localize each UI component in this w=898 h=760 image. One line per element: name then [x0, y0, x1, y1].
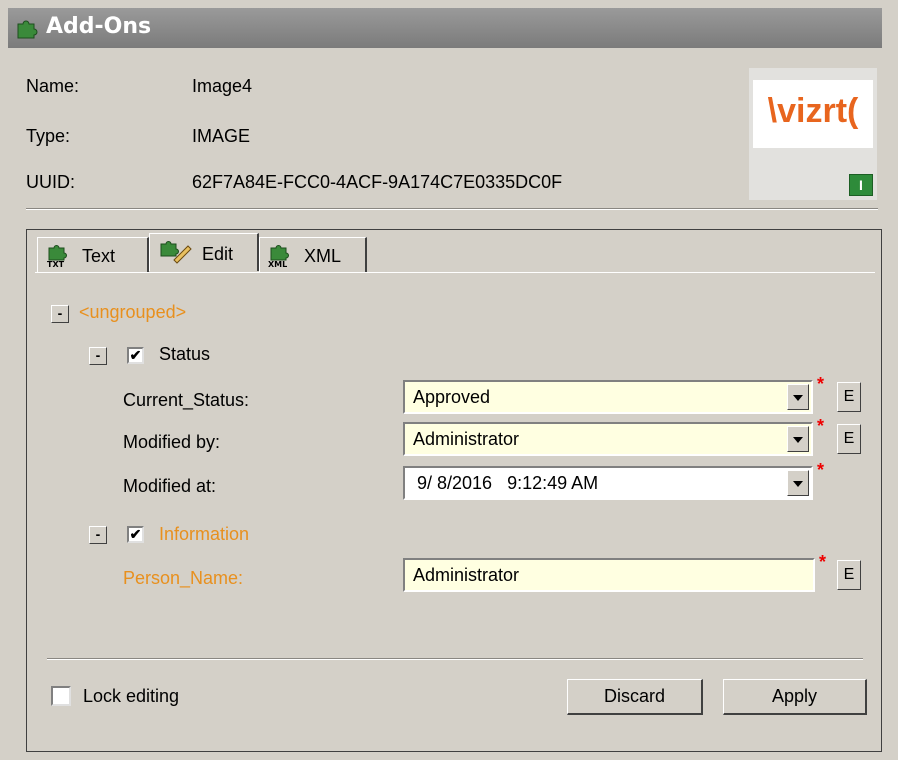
modified-at-label: Modified at:	[123, 476, 217, 496]
person-name-value: Administrator	[413, 565, 520, 585]
txt-icon: TXT	[47, 245, 67, 268]
required-mark: *	[817, 416, 825, 436]
lock-editing-label: Lock editing	[83, 686, 180, 706]
lock-editing-checkbox[interactable]	[51, 686, 71, 706]
person-name-input[interactable]: Administrator	[403, 558, 815, 592]
svg-text:TXT: TXT	[47, 260, 65, 268]
collapse-ungrouped-button[interactable]: -	[51, 305, 69, 323]
name-value: Image4	[192, 76, 253, 96]
info-badge-icon: I	[849, 174, 873, 196]
chevron-down-icon[interactable]	[787, 426, 809, 452]
title-bar: Add-Ons	[8, 8, 882, 48]
modified-by-edit-button[interactable]: E	[837, 424, 861, 454]
required-mark: *	[819, 552, 827, 572]
modified-at-picker[interactable]: 9/ 8/2016 9:12:49 AM	[403, 466, 813, 500]
chevron-down-icon[interactable]	[787, 384, 809, 410]
current-status-value: Approved	[413, 387, 491, 407]
modified-by-value: Administrator	[413, 429, 520, 449]
collapse-information-button[interactable]: -	[89, 526, 107, 544]
status-group-label: Status	[159, 344, 211, 364]
puzzle-icon	[17, 20, 38, 39]
addons-panel: Name: Image4 Type: IMAGE UUID: 62F7A84E-…	[8, 48, 882, 752]
xml-icon: XML	[268, 245, 289, 268]
person-name-label: Person_Name:	[123, 568, 244, 588]
required-mark: *	[817, 460, 825, 480]
information-checkbox[interactable]: ✔	[127, 526, 144, 543]
information-group-label: Information	[159, 524, 250, 544]
name-label: Name:	[26, 76, 80, 96]
tab-edit[interactable]: Edit	[149, 233, 259, 271]
type-label: Type:	[26, 126, 71, 146]
footer-separator	[47, 658, 863, 660]
collapse-status-button[interactable]: -	[89, 347, 107, 365]
svg-text:XML: XML	[268, 260, 287, 268]
apply-button[interactable]: Apply	[723, 679, 867, 715]
tab-text-label: Text	[82, 246, 116, 266]
edit-icon	[160, 241, 192, 264]
modified-at-value: 9/ 8/2016 9:12:49 AM	[417, 473, 599, 493]
header-separator	[26, 208, 878, 210]
modified-by-select[interactable]: Administrator	[403, 422, 813, 456]
current-status-edit-button[interactable]: E	[837, 382, 861, 412]
discard-button[interactable]: Discard	[567, 679, 703, 715]
tab-xml-label: XML	[304, 246, 342, 266]
required-mark: *	[817, 374, 825, 394]
type-value: IMAGE	[192, 126, 251, 146]
current-status-select[interactable]: Approved	[403, 380, 813, 414]
status-checkbox[interactable]: ✔	[127, 347, 144, 364]
tab-text[interactable]: TXT Text	[37, 237, 149, 273]
ungrouped-label: <ungrouped>	[79, 302, 187, 322]
tab-container: TXT Text Edit XML XML - <ungrouped> - ✔	[26, 229, 882, 752]
tab-xml[interactable]: XML XML	[259, 237, 367, 273]
uuid-label: UUID:	[26, 172, 75, 192]
tab-edit-label: Edit	[202, 244, 234, 264]
logo-text: \vizrt(	[767, 92, 859, 130]
vizrt-logo: \vizrt( I	[749, 68, 877, 200]
window-title: Add-Ons	[46, 14, 152, 39]
modified-by-label: Modified by:	[123, 432, 221, 452]
uuid-value: 62F7A84E-FCC0-4ACF-9A174C7E0335DC0F	[192, 172, 563, 192]
chevron-down-icon[interactable]	[787, 470, 809, 496]
current-status-label: Current_Status:	[123, 390, 250, 410]
person-name-edit-button[interactable]: E	[837, 560, 861, 590]
tab-strip-line	[35, 272, 875, 273]
